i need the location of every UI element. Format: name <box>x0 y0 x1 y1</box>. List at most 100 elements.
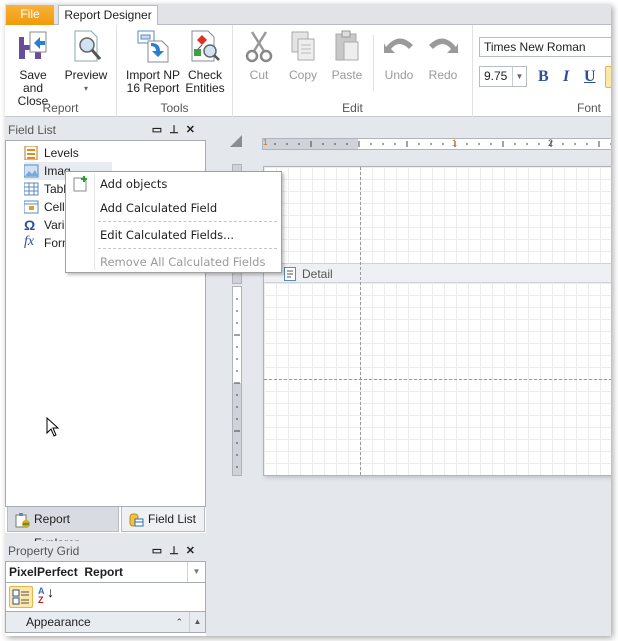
chevron-down-icon[interactable]: ▾ <box>62 82 110 95</box>
ruler-label: 2 <box>548 138 554 148</box>
file-tab[interactable]: File <box>6 5 54 25</box>
object-type: Report <box>84 565 124 579</box>
check-entities-icon <box>188 29 222 63</box>
field-list-icon <box>129 512 144 527</box>
tab-label: Field List <box>148 512 197 526</box>
chevron-down-icon[interactable]: ▼ <box>187 562 205 582</box>
property-category-row[interactable]: Appearance ⌃ ▲ <box>5 611 206 633</box>
preview-label: Preview <box>64 68 108 82</box>
object-name: PixelPerfect <box>9 565 78 579</box>
report-explorer-icon <box>15 512 30 528</box>
sort-az-icon: AZ <box>38 586 45 605</box>
save-and-close-button[interactable]: Save and Close <box>8 29 58 108</box>
copy-icon <box>286 29 320 63</box>
menu-item-add-calculated-field[interactable]: Add Calculated Field <box>100 198 217 218</box>
bottom-panel-tabs: Report Explorer Field List <box>5 507 206 550</box>
undo-button[interactable]: Undo <box>379 29 419 82</box>
maximize-icon[interactable]: ▭ <box>152 124 169 136</box>
omega-icon: Ω <box>24 217 36 233</box>
font-size-value: 9.75 <box>484 69 508 83</box>
detail-band-header[interactable]: ▾ Detail <box>264 263 611 283</box>
menu-separator <box>98 221 277 222</box>
fx-icon: fx <box>24 234 35 249</box>
redo-icon <box>426 29 460 63</box>
margin-guide-vertical <box>360 167 361 475</box>
paste-button[interactable]: Paste <box>327 29 367 82</box>
copy-label: Copy <box>288 68 317 82</box>
list-item-label: Tabl <box>44 182 67 196</box>
import-np16-report-button[interactable]: Import NP 16 Report <box>125 29 181 95</box>
preview-icon <box>69 29 103 63</box>
copy-button[interactable]: Copy <box>283 29 323 82</box>
menu-item-edit-calculated-fields[interactable]: Edit Calculated Fields... <box>100 225 234 245</box>
levels-icon <box>24 145 39 161</box>
context-menu: Add objects Add Calculated Field Edit Ca… <box>65 171 282 273</box>
edit-separator <box>373 35 374 91</box>
report-designer-window: File Report Designer Save and Close Prev… <box>5 4 611 636</box>
image-icon <box>23 164 39 178</box>
menu-gutter <box>94 174 95 270</box>
ribbon-group-edit: Cut Copy Paste Undo Redo Edit <box>233 25 473 117</box>
preview-button[interactable]: Preview ▾ <box>62 29 110 95</box>
maximize-icon[interactable]: ▭ <box>152 545 169 557</box>
chevron-up-icon[interactable]: ⌃ <box>175 612 183 632</box>
import-label-2: 16 Report <box>126 81 180 95</box>
property-grid-panel: Property Grid ▭⊥✕ PixelPerfect Report ▼ … <box>5 541 206 636</box>
ruler-ticks <box>234 298 240 468</box>
tab-report-explorer[interactable]: Report Explorer <box>7 507 119 550</box>
redo-button[interactable]: Redo <box>423 29 463 82</box>
close-icon[interactable]: ✕ <box>186 545 202 557</box>
category-label: Appearance <box>26 615 91 629</box>
field-list-title: Field List <box>8 123 57 137</box>
pin-icon[interactable]: ⊥ <box>169 124 186 136</box>
ruler-label: 1 <box>452 138 458 148</box>
categorized-button[interactable] <box>9 586 33 608</box>
page-header-band-area[interactable] <box>264 167 611 263</box>
list-item-label: Levels <box>44 146 79 160</box>
menu-item-add-objects[interactable]: Add objects <box>100 174 167 194</box>
highlight-button[interactable] <box>605 66 611 88</box>
ribbon-group-tools: Import NP 16 Report Check Entities Tools <box>117 25 233 117</box>
paste-label: Paste <box>331 68 363 82</box>
margin-guide-horizontal <box>264 379 611 380</box>
bold-button[interactable]: B <box>538 68 549 86</box>
property-grid-title: Property Grid <box>8 544 80 558</box>
ruler-corner-icon <box>230 135 242 147</box>
underline-button[interactable]: U <box>584 68 596 86</box>
mouse-cursor-icon <box>46 417 60 437</box>
pin-icon[interactable]: ⊥ <box>169 545 186 557</box>
check-label-2: Entities <box>185 81 225 95</box>
alphabetical-sort-button[interactable]: A Z ↓ <box>38 584 56 607</box>
tab-field-list[interactable]: Field List <box>121 507 205 532</box>
arrow-down-icon: ↓ <box>47 584 54 600</box>
font-name-combobox[interactable]: Times New Roman <box>479 37 611 57</box>
redo-label: Redo <box>428 68 458 82</box>
check-entities-button[interactable]: Check Entities <box>183 29 227 95</box>
panel-buttons: ▭⊥✕ <box>152 541 202 561</box>
object-selector[interactable]: PixelPerfect Report ▼ <box>5 561 206 583</box>
font-size-combobox[interactable]: 9.75 ▼ <box>479 66 527 87</box>
scroll-up-icon[interactable]: ▲ <box>189 612 205 632</box>
group-label-font: Font <box>576 101 601 115</box>
import-icon <box>136 29 170 63</box>
italic-button[interactable]: I <box>563 68 569 86</box>
ruler-ticks <box>274 141 611 147</box>
ruler-label: 1 <box>263 138 268 147</box>
save-label: Save and <box>19 68 47 95</box>
paste-icon <box>330 29 364 63</box>
detail-band-label: Detail <box>302 267 333 281</box>
group-label-report: Report <box>42 101 79 115</box>
add-objects-icon <box>73 176 87 192</box>
menu-separator <box>98 248 277 249</box>
ribbon-group-report: Save and Close Preview ▾ Report <box>5 25 117 117</box>
chevron-down-icon[interactable]: ▼ <box>512 67 526 86</box>
panel-buttons: ▭⊥✕ <box>152 120 202 140</box>
property-toolbar: A Z ↓ <box>5 583 206 611</box>
save-icon <box>16 29 50 63</box>
report-page: ▾ Detail <box>263 166 611 476</box>
close-icon[interactable]: ✕ <box>186 124 202 136</box>
ribbon: Save and Close Preview ▾ Report Import N… <box>5 25 611 117</box>
cut-button[interactable]: Cut <box>239 29 279 82</box>
tab-report-designer[interactable]: Report Designer <box>58 5 158 26</box>
horizontal-ruler: 1 1 2 <box>262 138 611 150</box>
